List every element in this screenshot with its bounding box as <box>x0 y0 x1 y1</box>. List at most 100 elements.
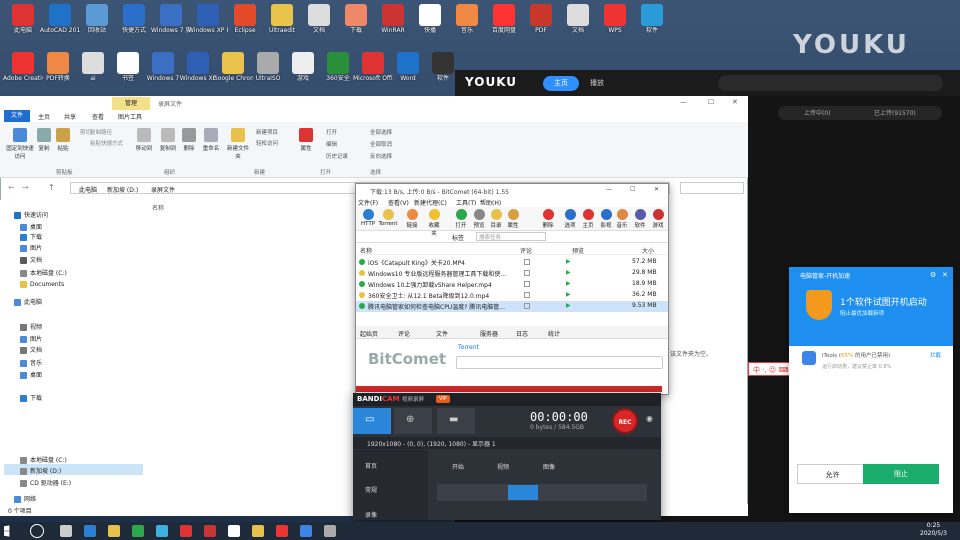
maximize-icon[interactable]: ☐ <box>708 98 714 106</box>
maximize-icon[interactable]: ☐ <box>630 186 635 193</box>
bottom-tab[interactable]: 评论 <box>398 329 410 338</box>
play-icon[interactable]: ▶ <box>566 302 571 309</box>
paste-button[interactable]: 粘贴 <box>54 128 72 152</box>
close-icon[interactable]: ✕ <box>654 186 659 193</box>
sidebar-item[interactable]: 录像 <box>365 510 377 519</box>
youku-broadcast-tab[interactable]: 播放 <box>590 76 604 91</box>
paste-shortcut-button[interactable]: 粘贴快捷方式 <box>90 139 123 147</box>
tab-home[interactable]: 主页 <box>38 112 50 121</box>
history-button[interactable]: 历史记录 <box>326 152 348 160</box>
nav-item[interactable]: 下载 <box>20 393 42 402</box>
tab-uploaded[interactable]: 已上传(91570) <box>874 108 916 117</box>
taskbar-app-icon[interactable] <box>60 525 72 537</box>
select-all-button[interactable]: 全部选择 <box>370 128 392 136</box>
breadcrumb-folder[interactable]: 录屏文件 <box>151 185 175 194</box>
toolbar-button[interactable]: 游戏 <box>650 209 666 229</box>
task-row[interactable]: Windows 10上强力卸载vShare Helper.mp4 ▶ 18.9 MB <box>356 279 668 290</box>
bottom-tab[interactable]: 统计 <box>548 329 560 338</box>
tab-file[interactable]: 文件 <box>4 110 30 122</box>
tag-filter[interactable]: 标签 <box>452 233 464 242</box>
open-button[interactable]: 打开 <box>326 128 337 136</box>
game-mode-button[interactable]: ⊕ <box>394 408 432 434</box>
play-icon[interactable]: ▶ <box>566 280 571 287</box>
back-icon[interactable]: ← <box>8 183 15 192</box>
nav-item[interactable]: 快速访问 <box>14 210 48 219</box>
desktop-icon[interactable]: Word <box>388 50 428 94</box>
sidebar-item[interactable]: 常规 <box>365 485 377 494</box>
toolbar-button[interactable]: 目录 <box>488 209 504 229</box>
taskbar-app-icon[interactable] <box>228 525 240 537</box>
manage-context-tab[interactable]: 管理 <box>112 97 150 110</box>
nav-item[interactable]: Documents <box>20 281 64 288</box>
copy-to-button[interactable]: 复制到 <box>158 128 178 152</box>
tab-uploading[interactable]: 上传中(0) <box>804 108 831 117</box>
desktop-icon[interactable]: 百度网盘 <box>484 2 524 46</box>
copy-path-button[interactable]: 复制路径 <box>90 128 112 136</box>
nav-item[interactable]: CD 驱动器 (E:) <box>20 478 71 487</box>
mode-tab[interactable]: 图像 <box>543 462 555 471</box>
col-name[interactable]: 名称 <box>360 246 372 255</box>
desktop-icon[interactable]: Windows 7 旗舰版 <box>151 2 191 46</box>
screen-mode-button[interactable]: ▭ <box>353 408 391 434</box>
desktop-icon[interactable]: Adobe Creative <box>3 50 43 94</box>
task-search-input[interactable]: 搜索任务 <box>476 232 546 241</box>
tab-picture-tools[interactable]: 图片工具 <box>118 112 142 121</box>
taskbar-app-icon[interactable] <box>204 525 216 537</box>
desktop-icon[interactable]: Eclipse <box>225 2 265 46</box>
nav-item[interactable]: 视频 <box>20 322 42 331</box>
desktop-icon[interactable]: 此电脑 <box>3 2 43 46</box>
toolbar-button[interactable]: 主页 <box>580 209 596 229</box>
nav-item[interactable]: 图片 <box>20 243 42 252</box>
taskbar-app-icon[interactable] <box>180 525 192 537</box>
toolbar-button[interactable]: 删除 <box>540 209 556 229</box>
desktop-icon[interactable]: WinRAR <box>373 2 413 46</box>
taskbar-app-icon[interactable] <box>84 525 96 537</box>
new-folder-button[interactable]: 新建文件夹 <box>226 128 250 160</box>
copy-button[interactable]: 复制 <box>36 128 52 152</box>
taskbar-app-icon[interactable] <box>276 525 288 537</box>
menu-item[interactable]: 新建代理(C) <box>414 198 447 207</box>
desktop-icon[interactable]: PDF转换 <box>38 50 78 94</box>
bottom-tab[interactable]: 文件 <box>436 329 448 338</box>
delete-button[interactable]: 删除 <box>180 128 198 152</box>
minimize-icon[interactable]: — <box>606 186 612 193</box>
col-comment[interactable]: 评论 <box>520 246 532 255</box>
easy-access-button[interactable]: 轻松访问 <box>256 139 278 147</box>
toolbar-button[interactable]: Torrent <box>378 209 398 227</box>
menu-item[interactable]: 帮助(H) <box>480 198 501 207</box>
toolbar-button[interactable]: 选项 <box>562 209 578 229</box>
desktop-icon[interactable]: ai <box>73 50 113 94</box>
desktop-icon[interactable]: 音乐 <box>447 2 487 46</box>
search-icon[interactable] <box>30 524 44 538</box>
minimize-icon[interactable]: — <box>680 98 687 106</box>
nav-item[interactable]: 文档 <box>20 255 42 264</box>
move-to-button[interactable]: 移动到 <box>134 128 154 152</box>
close-icon[interactable]: ✕ <box>942 271 948 279</box>
camera-icon[interactable]: ◉ <box>646 414 653 423</box>
toolbar-button[interactable]: 打开 <box>453 209 469 229</box>
col-size[interactable]: 大小 <box>642 246 654 255</box>
desktop-icon[interactable]: 360安全 <box>318 50 358 94</box>
desktop-icon[interactable]: Google Chrome <box>213 50 253 94</box>
tab-share[interactable]: 共享 <box>64 112 76 121</box>
mode-tab[interactable]: 视频 <box>497 462 509 471</box>
device-mode-button[interactable]: ▬ <box>437 408 475 434</box>
desktop-icon[interactable]: 快播 <box>410 2 450 46</box>
up-icon[interactable]: ↑ <box>48 183 55 192</box>
desktop-icon[interactable]: 快捷方式 <box>114 2 154 46</box>
desktop-icon[interactable]: Microsoft Office <box>353 50 393 94</box>
block-button[interactable]: 阻止 <box>863 464 939 484</box>
nav-item[interactable]: 图片 <box>20 334 42 343</box>
toolbar-button[interactable]: 软件 <box>632 209 648 229</box>
desktop-icon[interactable]: Windows 7 <box>143 50 183 94</box>
play-icon[interactable]: ▶ <box>566 258 571 265</box>
nav-item[interactable]: 桌面 <box>20 370 42 379</box>
task-row[interactable]: 360安全卫士: 从12.1 Beta降级到12.0.mp4 ▶ 36.2 MB <box>356 290 668 301</box>
desktop-icon[interactable]: 回收站 <box>77 2 117 46</box>
task-row[interactable]: 腾讯电脑管家如何检查电脑CPU温度? 腾讯电脑管... ▶ 9.53 MB <box>356 301 668 312</box>
bottom-tab[interactable]: 起始页 <box>360 329 378 338</box>
sidebar-item[interactable]: 首页 <box>365 461 377 470</box>
desktop-icon[interactable]: Ultraedit <box>262 2 302 46</box>
close-icon[interactable]: ✕ <box>732 98 738 106</box>
torrent-link[interactable]: Torrent <box>458 344 479 351</box>
